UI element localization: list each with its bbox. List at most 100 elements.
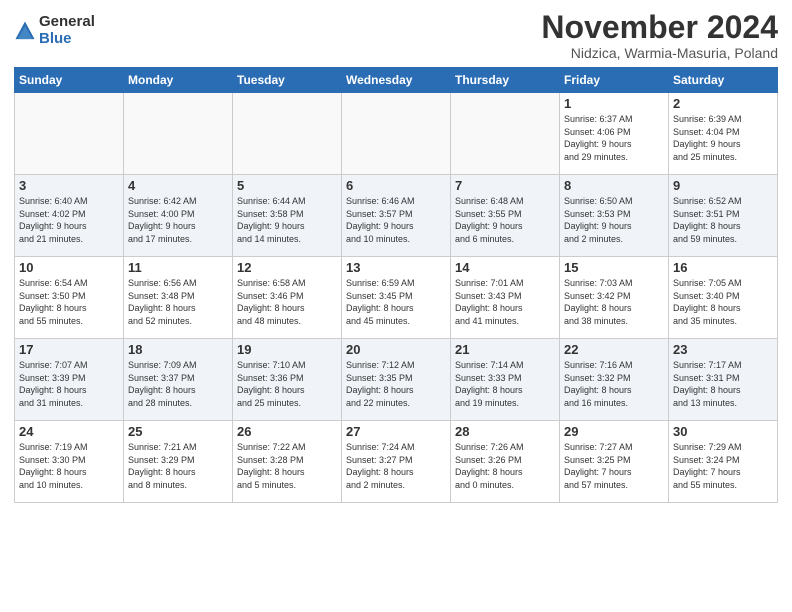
day-number: 7 <box>455 178 555 193</box>
col-wednesday: Wednesday <box>342 68 451 93</box>
day-number: 21 <box>455 342 555 357</box>
table-row: 17 Sunrise: 7:07 AMSunset: 3:39 PMDayligh… <box>15 339 124 421</box>
table-row: 16 Sunrise: 7:05 AMSunset: 3:40 PMDayligh… <box>669 257 778 339</box>
day-info: Sunrise: 7:14 AMSunset: 3:33 PMDaylight:… <box>455 359 555 409</box>
day-number: 19 <box>237 342 337 357</box>
day-info: Sunrise: 6:54 AMSunset: 3:50 PMDaylight:… <box>19 277 119 327</box>
table-row: 19 Sunrise: 7:10 AMSunset: 3:36 PMDayligh… <box>233 339 342 421</box>
table-row: 23 Sunrise: 7:17 AMSunset: 3:31 PMDayligh… <box>669 339 778 421</box>
day-number: 29 <box>564 424 664 439</box>
day-number: 2 <box>673 96 773 111</box>
day-number: 20 <box>346 342 446 357</box>
table-row: 15 Sunrise: 7:03 AMSunset: 3:42 PMDayligh… <box>560 257 669 339</box>
table-row <box>342 93 451 175</box>
day-info: Sunrise: 7:09 AMSunset: 3:37 PMDaylight:… <box>128 359 228 409</box>
logo-blue-text: Blue <box>39 31 95 48</box>
table-row: 8 Sunrise: 6:50 AMSunset: 3:53 PMDaylight… <box>560 175 669 257</box>
day-info: Sunrise: 6:37 AMSunset: 4:06 PMDaylight:… <box>564 113 664 163</box>
calendar-week-row: 3Sunrise: 6:40 AMSunset: 4:02 PMDaylight… <box>15 175 778 257</box>
day-number: 28 <box>455 424 555 439</box>
day-info: Sunrise: 7:03 AMSunset: 3:42 PMDaylight:… <box>564 277 664 327</box>
table-row <box>15 93 124 175</box>
table-row <box>124 93 233 175</box>
logo-icon <box>14 20 36 42</box>
day-number: 17 <box>19 342 119 357</box>
day-number: 12 <box>237 260 337 275</box>
day-info: Sunrise: 7:19 AMSunset: 3:30 PMDaylight:… <box>19 441 119 491</box>
day-info: Sunrise: 6:56 AMSunset: 3:48 PMDaylight:… <box>128 277 228 327</box>
day-info: Sunrise: 7:05 AMSunset: 3:40 PMDaylight:… <box>673 277 773 327</box>
day-info: Sunrise: 7:29 AMSunset: 3:24 PMDaylight:… <box>673 441 773 491</box>
table-row: 4 Sunrise: 6:42 AMSunset: 4:00 PMDaylight… <box>124 175 233 257</box>
day-number: 8 <box>564 178 664 193</box>
col-monday: Monday <box>124 68 233 93</box>
calendar-table: Sunday Monday Tuesday Wednesday Thursday… <box>14 67 778 503</box>
col-friday: Friday <box>560 68 669 93</box>
table-row: 21 Sunrise: 7:14 AMSunset: 3:33 PMDayligh… <box>451 339 560 421</box>
table-row: 28 Sunrise: 7:26 AMSunset: 3:26 PMDayligh… <box>451 421 560 503</box>
calendar-week-row: 10 Sunrise: 6:54 AMSunset: 3:50 PMDayligh… <box>15 257 778 339</box>
calendar-week-row: 17 Sunrise: 7:07 AMSunset: 3:39 PMDayligh… <box>15 339 778 421</box>
day-info: Sunrise: 6:59 AMSunset: 3:45 PMDaylight:… <box>346 277 446 327</box>
table-row: 14 Sunrise: 7:01 AMSunset: 3:43 PMDayligh… <box>451 257 560 339</box>
day-info: Sunrise: 7:26 AMSunset: 3:26 PMDaylight:… <box>455 441 555 491</box>
day-number: 11 <box>128 260 228 275</box>
day-number: 15 <box>564 260 664 275</box>
day-info: Sunrise: 6:40 AMSunset: 4:02 PMDaylight:… <box>19 195 119 245</box>
month-title: November 2024 <box>541 10 778 45</box>
col-sunday: Sunday <box>15 68 124 93</box>
col-tuesday: Tuesday <box>233 68 342 93</box>
day-number: 18 <box>128 342 228 357</box>
table-row: 10 Sunrise: 6:54 AMSunset: 3:50 PMDayligh… <box>15 257 124 339</box>
day-info: Sunrise: 7:12 AMSunset: 3:35 PMDaylight:… <box>346 359 446 409</box>
day-info: Sunrise: 6:42 AMSunset: 4:00 PMDaylight:… <box>128 195 228 245</box>
table-row: 5Sunrise: 6:44 AMSunset: 3:58 PMDaylight… <box>233 175 342 257</box>
day-number: 4 <box>128 178 228 193</box>
day-info: Sunrise: 7:07 AMSunset: 3:39 PMDaylight:… <box>19 359 119 409</box>
day-info: Sunrise: 7:01 AMSunset: 3:43 PMDaylight:… <box>455 277 555 327</box>
day-info: Sunrise: 6:44 AMSunset: 3:58 PMDaylight:… <box>237 195 337 245</box>
day-number: 22 <box>564 342 664 357</box>
table-row: 22 Sunrise: 7:16 AMSunset: 3:32 PMDayligh… <box>560 339 669 421</box>
calendar-header-row: Sunday Monday Tuesday Wednesday Thursday… <box>15 68 778 93</box>
day-info: Sunrise: 7:22 AMSunset: 3:28 PMDaylight:… <box>237 441 337 491</box>
calendar-week-row: 1 Sunrise: 6:37 AMSunset: 4:06 PMDaylight… <box>15 93 778 175</box>
day-info: Sunrise: 7:21 AMSunset: 3:29 PMDaylight:… <box>128 441 228 491</box>
day-info: Sunrise: 6:52 AMSunset: 3:51 PMDaylight:… <box>673 195 773 245</box>
day-info: Sunrise: 7:16 AMSunset: 3:32 PMDaylight:… <box>564 359 664 409</box>
logo: General Blue <box>14 14 95 47</box>
table-row <box>233 93 342 175</box>
day-info: Sunrise: 6:39 AMSunset: 4:04 PMDaylight:… <box>673 113 773 163</box>
table-row: 13Sunrise: 6:59 AMSunset: 3:45 PMDayligh… <box>342 257 451 339</box>
day-info: Sunrise: 6:58 AMSunset: 3:46 PMDaylight:… <box>237 277 337 327</box>
day-number: 1 <box>564 96 664 111</box>
calendar-week-row: 24Sunrise: 7:19 AMSunset: 3:30 PMDayligh… <box>15 421 778 503</box>
day-number: 9 <box>673 178 773 193</box>
table-row: 18 Sunrise: 7:09 AMSunset: 3:37 PMDayligh… <box>124 339 233 421</box>
day-number: 26 <box>237 424 337 439</box>
table-row: 26 Sunrise: 7:22 AMSunset: 3:28 PMDayligh… <box>233 421 342 503</box>
day-info: Sunrise: 7:10 AMSunset: 3:36 PMDaylight:… <box>237 359 337 409</box>
table-row: 25 Sunrise: 7:21 AMSunset: 3:29 PMDayligh… <box>124 421 233 503</box>
day-number: 27 <box>346 424 446 439</box>
day-number: 25 <box>128 424 228 439</box>
day-info: Sunrise: 6:50 AMSunset: 3:53 PMDaylight:… <box>564 195 664 245</box>
table-row: 7 Sunrise: 6:48 AMSunset: 3:55 PMDaylight… <box>451 175 560 257</box>
table-row: 3Sunrise: 6:40 AMSunset: 4:02 PMDaylight… <box>15 175 124 257</box>
day-number: 14 <box>455 260 555 275</box>
table-row: 27 Sunrise: 7:24 AMSunset: 3:27 PMDayligh… <box>342 421 451 503</box>
table-row: 6Sunrise: 6:46 AMSunset: 3:57 PMDaylight… <box>342 175 451 257</box>
table-row <box>451 93 560 175</box>
day-info: Sunrise: 7:24 AMSunset: 3:27 PMDaylight:… <box>346 441 446 491</box>
table-row: 12 Sunrise: 6:58 AMSunset: 3:46 PMDayligh… <box>233 257 342 339</box>
title-block: November 2024 Nidzica, Warmia-Masuria, P… <box>541 10 778 61</box>
day-number: 16 <box>673 260 773 275</box>
day-info: Sunrise: 6:48 AMSunset: 3:55 PMDaylight:… <box>455 195 555 245</box>
day-number: 23 <box>673 342 773 357</box>
table-row: 2 Sunrise: 6:39 AMSunset: 4:04 PMDaylight… <box>669 93 778 175</box>
day-number: 10 <box>19 260 119 275</box>
table-row: 11 Sunrise: 6:56 AMSunset: 3:48 PMDayligh… <box>124 257 233 339</box>
day-number: 30 <box>673 424 773 439</box>
col-thursday: Thursday <box>451 68 560 93</box>
day-info: Sunrise: 7:17 AMSunset: 3:31 PMDaylight:… <box>673 359 773 409</box>
